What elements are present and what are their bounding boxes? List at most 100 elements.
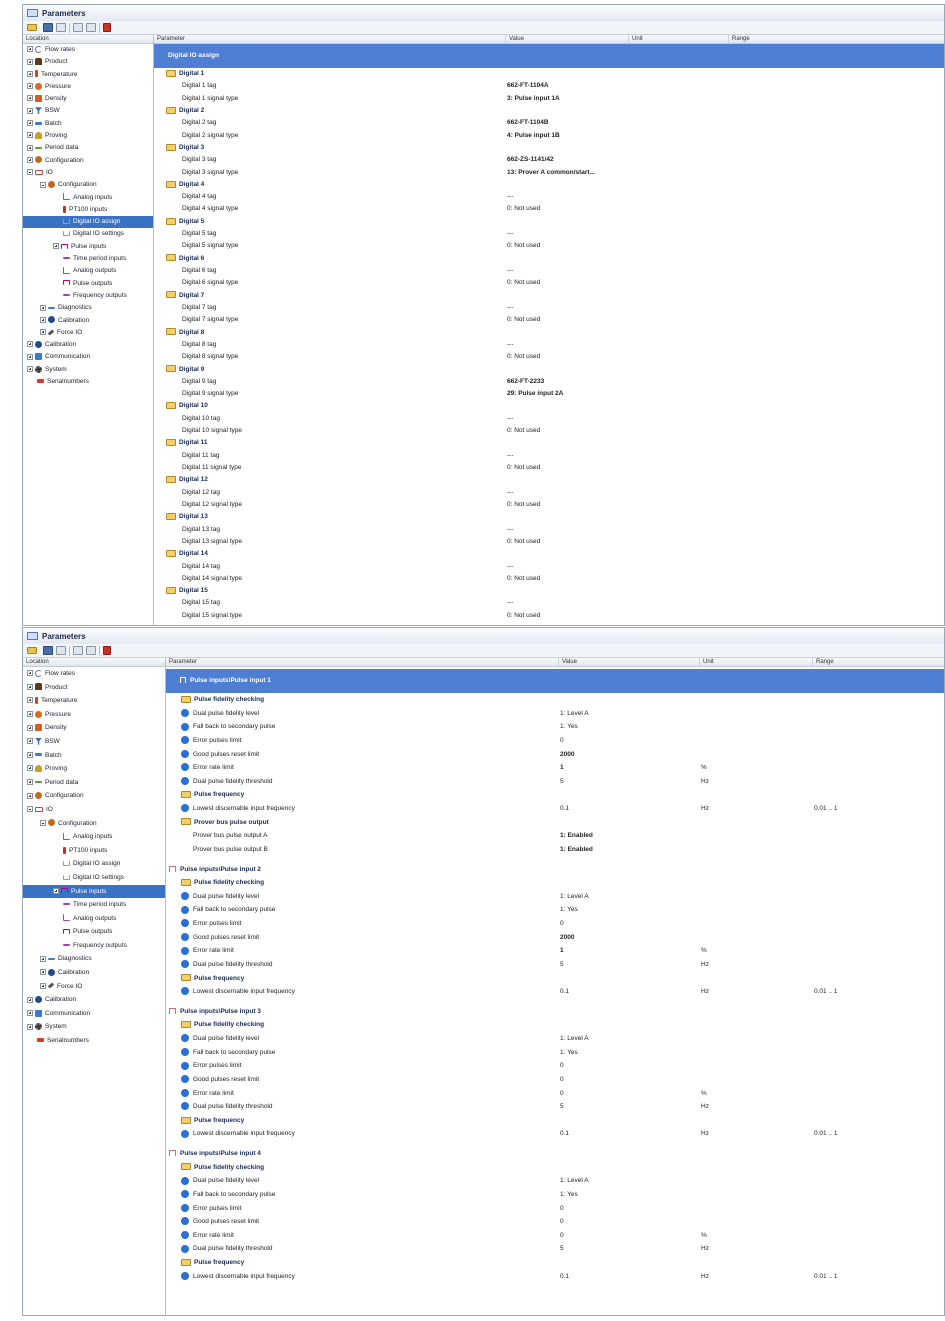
expand-icon[interactable] — [53, 887, 59, 894]
info-icon[interactable] — [181, 1231, 189, 1240]
info-icon[interactable] — [181, 1217, 189, 1226]
parameter-row[interactable]: Lowest discernable input frequency 0.1 Hz 0… — [166, 1270, 944, 1284]
parameter-row[interactable]: Digital 15 tag --- — [154, 597, 944, 609]
parameter-row[interactable]: Digital 14 tag --- — [154, 561, 944, 573]
parameter-row[interactable]: Digital 3 tag 662-ZS-1141/42 — [154, 154, 944, 166]
parameter-value[interactable]: 0: Not used — [507, 203, 540, 215]
parameter-value[interactable]: --- — [507, 597, 514, 609]
info-icon[interactable] — [181, 736, 189, 745]
parameter-value[interactable]: 0.1 — [560, 1127, 569, 1141]
parameter-row[interactable]: Dual pulse fidelity level 1: Level A — [166, 890, 944, 904]
tree-item[interactable]: System — [23, 1020, 165, 1034]
parameter-value[interactable]: --- — [507, 561, 514, 573]
parameter-value[interactable]: 662-FT-1104A — [507, 80, 549, 92]
tree-item[interactable]: Communication — [23, 1007, 165, 1021]
expand-icon[interactable] — [27, 1010, 33, 1017]
info-icon[interactable] — [181, 946, 189, 955]
parameter-value[interactable]: 0 — [560, 1073, 564, 1087]
info-icon[interactable] — [181, 1271, 189, 1280]
parameter-row[interactable]: Digital 14 signal type 0: Not used — [154, 573, 944, 585]
tree-item[interactable]: BSW — [23, 105, 153, 117]
parameter-row[interactable]: Digital 7 signal type 0: Not used — [154, 314, 944, 326]
parameter-row[interactable]: Digital 11 signal type 0: Not used — [154, 462, 944, 474]
parameter-row[interactable]: Digital 2 tag 662-FT-1104B — [154, 117, 944, 129]
group-row[interactable]: Digital 4 — [154, 179, 944, 191]
tree-item[interactable]: Proving — [23, 130, 153, 142]
group-row[interactable]: Digital 14 — [154, 548, 944, 560]
grid-icon[interactable] — [86, 646, 96, 655]
tree-item[interactable]: Calibration — [23, 339, 153, 351]
tree-item[interactable]: Digital IO settings — [23, 228, 153, 240]
expand-icon[interactable] — [27, 683, 33, 690]
info-icon[interactable] — [181, 1047, 189, 1056]
tree-item[interactable]: PT100 inputs — [23, 844, 165, 858]
tree-item[interactable]: IO — [23, 167, 153, 179]
parameter-value[interactable]: 0: Not used — [507, 610, 540, 622]
tree-item[interactable]: Flow rates — [23, 44, 153, 56]
parameter-value[interactable]: 1 — [560, 761, 564, 775]
expand-icon[interactable] — [27, 107, 33, 114]
tree-item[interactable]: Calibration — [23, 315, 153, 327]
tree-item[interactable]: Serialnumbers — [23, 1034, 165, 1048]
group-row[interactable]: Pulse frequency — [166, 788, 944, 802]
parameter-value[interactable]: --- — [507, 191, 514, 203]
group-row[interactable]: Pulse fidelity checking — [166, 1161, 944, 1175]
parameter-row[interactable]: Lowest discernable input frequency 0.1 Hz 0… — [166, 1127, 944, 1141]
parameter-value[interactable]: 0: Not used — [507, 314, 540, 326]
tree-item[interactable]: Analog inputs — [23, 192, 153, 204]
open-folder-icon[interactable] — [27, 647, 37, 654]
expand-icon[interactable] — [27, 996, 33, 1003]
parameter-value[interactable]: 0: Not used — [507, 351, 540, 363]
expand-icon[interactable] — [27, 366, 33, 372]
info-icon[interactable] — [181, 987, 189, 996]
parameter-row[interactable]: Prover bus pulse output A 1: Enabled — [166, 829, 944, 843]
info-icon[interactable] — [181, 804, 189, 813]
expand-icon[interactable] — [27, 58, 33, 65]
parameter-value[interactable]: 29: Pulse input 2A — [507, 388, 563, 400]
group-row[interactable]: Pulse fidelity checking — [166, 1018, 944, 1032]
group-row[interactable]: Pulse frequency — [166, 1114, 944, 1128]
tree-item[interactable]: Analog outputs — [23, 912, 165, 926]
expand-icon[interactable] — [27, 711, 33, 718]
parameter-row[interactable]: Digital 8 tag --- — [154, 339, 944, 351]
info-icon[interactable] — [181, 1088, 189, 1097]
parameter-value[interactable]: --- — [507, 339, 514, 351]
info-icon[interactable] — [181, 1190, 189, 1199]
tree-item[interactable]: Pressure — [23, 81, 153, 93]
expand-icon[interactable] — [40, 304, 46, 311]
tree-item[interactable]: Batch — [23, 749, 165, 763]
parameter-row[interactable]: Digital 6 signal type 0: Not used — [154, 277, 944, 289]
parameter-row[interactable]: Fall back to secondary pulse 1: Yes — [166, 1046, 944, 1060]
info-icon[interactable] — [181, 1061, 189, 1070]
tree-item[interactable]: Flow rates — [23, 667, 165, 681]
parameter-row[interactable]: Digital 12 signal type 0: Not used — [154, 499, 944, 511]
tools-icon[interactable] — [103, 23, 111, 32]
info-icon[interactable] — [181, 722, 189, 731]
parameter-value[interactable]: --- — [507, 487, 514, 499]
tree-item[interactable]: Density — [23, 93, 153, 105]
tree-item[interactable]: Product — [23, 56, 153, 68]
group-row[interactable]: Digital 6 — [154, 253, 944, 265]
parameter-value[interactable]: 0 — [560, 1215, 564, 1229]
info-icon[interactable] — [181, 749, 189, 758]
grid-icon[interactable] — [86, 23, 96, 32]
parameter-row[interactable]: Digital 11 tag --- — [154, 450, 944, 462]
parameter-row[interactable]: Dual pulse fidelity threshold 5 Hz — [166, 1242, 944, 1256]
expand-icon[interactable] — [27, 95, 33, 102]
tree-item[interactable]: Configuration — [23, 789, 165, 803]
collapse-icon[interactable] — [40, 819, 46, 826]
parameter-column-header[interactable]: Parameter — [154, 35, 185, 44]
location-column-header[interactable]: Location — [23, 658, 165, 667]
expand-icon[interactable] — [53, 243, 59, 250]
expand-icon[interactable] — [27, 779, 33, 786]
tree-item[interactable]: Pulse inputs — [23, 884, 165, 899]
parameter-row[interactable]: Digital 12 tag --- — [154, 487, 944, 499]
parameter-row[interactable]: Digital 6 tag --- — [154, 265, 944, 277]
parameter-value[interactable]: 0.1 — [560, 1270, 569, 1284]
parameter-row[interactable]: Digital 15 signal type 0: Not used — [154, 610, 944, 622]
tree-item[interactable]: Pressure — [23, 708, 165, 722]
tree-item[interactable]: Digital IO settings — [23, 871, 165, 885]
info-icon[interactable] — [181, 1176, 189, 1185]
expand-icon[interactable] — [27, 697, 33, 704]
value-column-header[interactable]: Value — [558, 658, 577, 667]
